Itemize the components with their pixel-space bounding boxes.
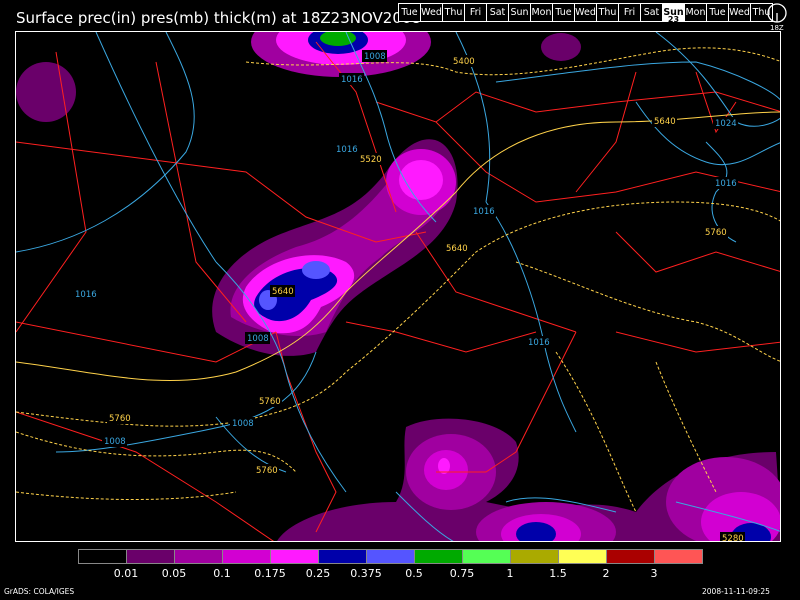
precip-legend xyxy=(78,549,703,564)
legend-swatch xyxy=(78,549,127,564)
isobar-lines xyxy=(16,32,780,541)
day-tab-14[interactable]: Tue xyxy=(706,3,729,22)
isobar-label: 1008 xyxy=(247,334,269,344)
isobar-label: 1008 xyxy=(232,419,254,429)
day-tab-5[interactable]: Sun xyxy=(508,3,531,22)
isobar-label: 1016 xyxy=(75,290,97,300)
thickness-label: 5280 xyxy=(722,534,744,542)
day-tab-6[interactable]: Mon xyxy=(530,3,553,22)
day-tab-3[interactable]: Fri xyxy=(464,3,487,22)
day-tab-label: Wed xyxy=(421,7,442,18)
legend-tick-label: 0.375 xyxy=(350,567,382,580)
day-tab-9[interactable]: Thu xyxy=(596,3,619,22)
isobar-label: 1016 xyxy=(715,179,737,189)
legend-tick-label: 1 xyxy=(506,567,514,580)
legend-swatch xyxy=(126,549,175,564)
day-tab-label: Tue xyxy=(401,7,418,18)
legend-swatch xyxy=(510,549,559,564)
isobar-label: 1008 xyxy=(364,52,386,62)
day-tab-label: Mon xyxy=(685,7,706,18)
legend-swatch xyxy=(174,549,223,564)
thickness-label: 5640 xyxy=(446,244,468,254)
legend-swatch xyxy=(318,549,367,564)
legend-tick-label: 0.01 xyxy=(113,567,139,580)
day-tab-13[interactable]: Mon xyxy=(684,3,707,22)
isobar-label: 1016 xyxy=(341,75,363,85)
day-tab-date: 23 xyxy=(667,15,680,24)
day-tab-label: Tue xyxy=(709,7,726,18)
day-tab-12[interactable]: Sun 23 xyxy=(662,3,685,24)
legend-swatch xyxy=(558,549,607,564)
day-tab-label: Wed xyxy=(729,7,750,18)
thickness-label: 5640 xyxy=(272,287,294,297)
legend-tick-label: 0.1 xyxy=(213,567,231,580)
thickness-label: 5760 xyxy=(259,397,281,407)
day-tab-4[interactable]: Sat xyxy=(486,3,509,22)
day-tab-label: Thu xyxy=(598,7,617,18)
clock-icon xyxy=(767,3,787,23)
day-tab-8[interactable]: Wed xyxy=(574,3,597,22)
credit-text: GrADS: COLA/IGES xyxy=(4,587,75,596)
legend-tick-label: 0.175 xyxy=(254,567,286,580)
isobar-label: 1016 xyxy=(336,145,358,155)
legend-tick-label: 3 xyxy=(650,567,658,580)
isobar-label: 1008 xyxy=(104,437,126,447)
day-tab-7[interactable]: Tue xyxy=(552,3,575,22)
day-tab-label: Fri xyxy=(623,7,636,18)
thickness-label: 5400 xyxy=(453,57,475,67)
thickness-label: 5640 xyxy=(654,117,676,127)
legend-tick-label: 0.05 xyxy=(161,567,187,580)
weather-map[interactable]: 1008 1016 1016 1016 1024 1016 1016 1016 … xyxy=(15,31,781,542)
map-canvas: 1008 1016 1016 1016 1024 1016 1016 1016 … xyxy=(16,32,780,542)
map-title: Surface prec(in) pres(mb) thick(m) at 18… xyxy=(16,9,421,27)
legend-tick-label: 0.75 xyxy=(449,567,475,580)
legend-swatch xyxy=(270,549,319,564)
legend-swatch xyxy=(222,549,271,564)
day-tab-label: Mon xyxy=(531,7,552,18)
legend-tick-label: 1.5 xyxy=(549,567,567,580)
day-tab-0[interactable]: Tue xyxy=(398,3,421,22)
timestamp-text: 2008-11-11-09:25 xyxy=(702,587,770,596)
day-tab-11[interactable]: Sat xyxy=(640,3,663,22)
day-tab-label: Fri xyxy=(469,7,482,18)
day-tab-label: Tue xyxy=(555,7,572,18)
day-tab-label: Sat xyxy=(489,7,506,18)
day-tab-label: Wed xyxy=(575,7,596,18)
day-tab-label: Sun xyxy=(510,7,529,18)
day-tab-10[interactable]: Fri xyxy=(618,3,641,22)
legend-swatch xyxy=(414,549,463,564)
thickness-label: 5760 xyxy=(109,414,131,424)
thickness-label: 5760 xyxy=(705,228,727,238)
legend-tick-label: 2 xyxy=(602,567,610,580)
day-tab-label: Sat xyxy=(643,7,660,18)
day-tab-1[interactable]: Wed xyxy=(420,3,443,22)
day-tab-15[interactable]: Wed xyxy=(728,3,751,22)
legend-swatch xyxy=(654,549,703,564)
precip-field xyxy=(16,32,780,541)
legend-tick-label: 0.25 xyxy=(305,567,331,580)
legend-swatch xyxy=(462,549,511,564)
thickness-label: 5520 xyxy=(360,155,382,165)
day-tab-label: Thu xyxy=(444,7,463,18)
thickness-label: 5760 xyxy=(256,466,278,476)
isobar-label: 1016 xyxy=(473,207,495,217)
legend-swatch xyxy=(606,549,655,564)
legend-swatch xyxy=(366,549,415,564)
isobar-label: 1024 xyxy=(715,119,737,129)
isobar-label: 1016 xyxy=(528,338,550,348)
day-tab-2[interactable]: Thu xyxy=(442,3,465,22)
day-selector: Tue Wed Thu Fri Sat Sun Mon Tue Wed Thu Fri Sat Sun 2… xyxy=(398,3,773,24)
legend-tick-label: 0.5 xyxy=(405,567,423,580)
